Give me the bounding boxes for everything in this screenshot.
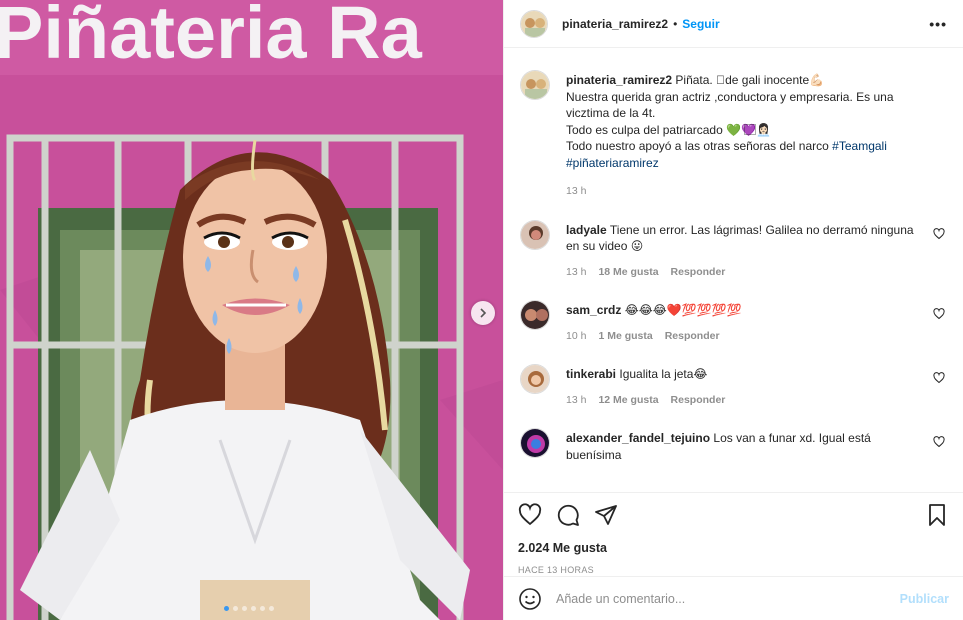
avatar-image — [521, 429, 549, 457]
avatar-image — [521, 220, 549, 249]
comment-likes[interactable]: 1 Me gusta — [598, 328, 652, 345]
comment-likes[interactable]: 18 Me gusta — [598, 264, 658, 281]
reply-button[interactable]: Responder — [671, 264, 726, 281]
avatar-image — [521, 10, 547, 37]
emoji-icon[interactable] — [518, 587, 542, 611]
comment-item: ladyale Tiene un error. Las lágrimas! Ga… — [520, 219, 947, 281]
commenter-avatar[interactable] — [520, 300, 550, 330]
carousel-dot[interactable] — [260, 606, 265, 611]
heart-icon[interactable] — [518, 503, 542, 527]
post-header: pinateria_ramirez2 • Seguir ••• — [504, 0, 963, 48]
comment-time: 13 h — [566, 265, 587, 278]
action-icons — [518, 493, 949, 537]
reply-button[interactable]: Responder — [665, 328, 720, 345]
add-comment-bar: Añade un comentario... Publicar — [504, 576, 963, 620]
commenter-avatar[interactable] — [520, 428, 550, 458]
comments-list[interactable]: pinateria_ramirez2 Piñata. ⃞de gali inoc… — [504, 48, 963, 492]
post-side-panel: pinateria_ramirez2 • Seguir ••• pinateri… — [503, 0, 963, 620]
publish-button[interactable]: Publicar — [900, 592, 949, 606]
more-options-button[interactable]: ••• — [929, 16, 947, 32]
caption-line: Todo es culpa del patriarcado 💚💜⃞👩🏻‍💼 — [566, 122, 771, 137]
carousel-next-button[interactable] — [471, 301, 495, 325]
like-comment-icon[interactable] — [933, 227, 945, 240]
caption-line: Nuestra querida gran actriz ,conductora … — [566, 89, 894, 121]
post-actions: 2.024 Me gusta HACE 13 HORAS Añade un co… — [504, 492, 963, 620]
bookmark-icon[interactable] — [925, 503, 949, 527]
avatar-image — [521, 365, 549, 393]
commenter-avatar[interactable] — [520, 219, 550, 250]
caption-time: 13 h — [566, 185, 587, 197]
comment-likes[interactable]: 12 Me gusta — [598, 392, 658, 409]
caption: pinateria_ramirez2 Piñata. ⃞de gali inoc… — [520, 70, 947, 200]
comment-username[interactable]: sam_crdz — [566, 303, 621, 317]
carousel-dot[interactable] — [251, 606, 256, 611]
comment-input[interactable]: Añade un comentario... — [556, 592, 900, 606]
carousel-dot[interactable] — [269, 606, 274, 611]
comment-text: Igualita la jeta😂 — [619, 367, 708, 381]
comment-time: 13 h — [566, 393, 587, 406]
hashtag-link[interactable]: #Teamgali — [832, 139, 887, 153]
like-comment-icon[interactable] — [933, 372, 945, 384]
wall-sign-text: Piñateria Ra — [0, 0, 423, 74]
hashtag-link[interactable]: #piñateriaramirez — [566, 155, 922, 172]
header-separator: • — [673, 16, 678, 31]
caption-line: Todo nuestro apoyó a las otras señoras d… — [566, 139, 829, 153]
author-avatar[interactable] — [520, 9, 548, 38]
like-comment-icon[interactable] — [933, 436, 945, 448]
carousel-dots — [224, 606, 274, 611]
follow-button[interactable]: Seguir — [682, 17, 719, 31]
comment-item: tinkerabi Igualita la jeta😂 13 h 12 Me g… — [520, 364, 947, 409]
comment-item: alexander_fandel_tejuino Los van a funar… — [520, 428, 947, 463]
comment-text: Tiene un error. Las lágrimas! Galilea no… — [566, 222, 914, 254]
likes-count[interactable]: 2.024 Me gusta — [518, 541, 949, 555]
carousel-dot[interactable] — [233, 606, 238, 611]
comment-icon[interactable] — [556, 503, 580, 527]
pinata-photo-illustration: Piñateria Ra — [0, 0, 503, 620]
comment-username[interactable]: tinkerabi — [566, 367, 616, 381]
post-photo[interactable]: Piñateria Ra — [0, 0, 503, 620]
post-timestamp: HACE 13 HORAS — [518, 565, 594, 575]
comment-username[interactable]: alexander_fandel_tejuino — [566, 431, 710, 445]
comment-time: 10 h — [566, 329, 587, 342]
comment-username[interactable]: ladyale — [566, 223, 607, 237]
caption-line: Piñata. ⃞de gali inocente💪🏻 — [675, 73, 825, 87]
instagram-post-view: Piñateria Ra pinateria_ramirez2 • Seguir… — [0, 0, 963, 620]
caption-username[interactable]: pinateria_ramirez2 — [566, 73, 672, 87]
chevron-right-icon — [480, 308, 487, 318]
commenter-avatar[interactable] — [520, 364, 550, 394]
author-avatar[interactable] — [520, 70, 550, 100]
author-username[interactable]: pinateria_ramirez2 — [562, 17, 668, 31]
carousel-dot[interactable] — [224, 606, 229, 611]
avatar-image — [521, 301, 549, 329]
comment-item: sam_crdz 😂😂😂❤️💯💯💯💯 10 h 1 Me gusta Respo… — [520, 300, 947, 345]
comment-text: 😂😂😂❤️💯💯💯💯 — [624, 303, 742, 317]
carousel-dot[interactable] — [242, 606, 247, 611]
like-comment-icon[interactable] — [933, 308, 945, 320]
share-icon[interactable] — [594, 503, 618, 527]
reply-button[interactable]: Responder — [671, 392, 726, 409]
avatar-image — [521, 71, 549, 99]
